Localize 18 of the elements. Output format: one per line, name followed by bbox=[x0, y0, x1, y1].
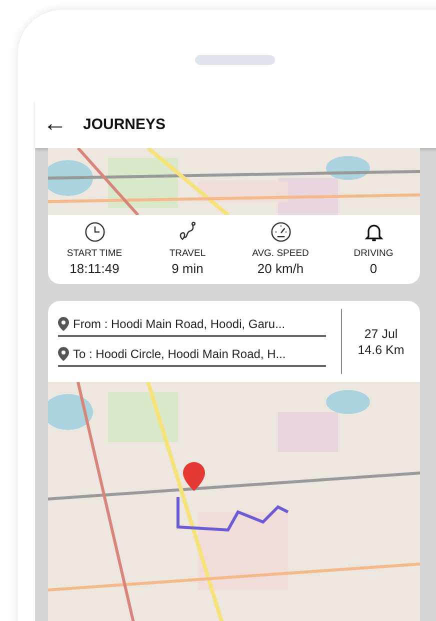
stat-label: DRIVING bbox=[354, 248, 394, 259]
stat-label: TRAVEL bbox=[169, 248, 206, 259]
stat-value: 9 min bbox=[172, 261, 204, 276]
stat-label: START TIME bbox=[66, 248, 122, 259]
to-address: To : Hoodi Circle, Hoodi Main Road, H... bbox=[73, 346, 286, 360]
speedometer-icon bbox=[270, 221, 292, 243]
stat-label: AVG. SPEED bbox=[252, 248, 309, 259]
page-title: JOURNEYS bbox=[83, 116, 166, 132]
location-pin-icon bbox=[58, 346, 69, 360]
stat-value: 18:11:49 bbox=[70, 261, 120, 276]
journey-date: 27 Jul bbox=[364, 326, 398, 340]
clock-icon bbox=[84, 221, 106, 243]
stat-value: 0 bbox=[370, 261, 378, 276]
journey-distance: 14.6 Km bbox=[358, 342, 404, 356]
location-pin-icon bbox=[58, 316, 69, 330]
back-button[interactable]: ← bbox=[43, 112, 67, 136]
stat-value: 20 km/h bbox=[257, 261, 304, 276]
from-address: From : Hoodi Main Road, Hoodi, Garu... bbox=[73, 316, 286, 330]
